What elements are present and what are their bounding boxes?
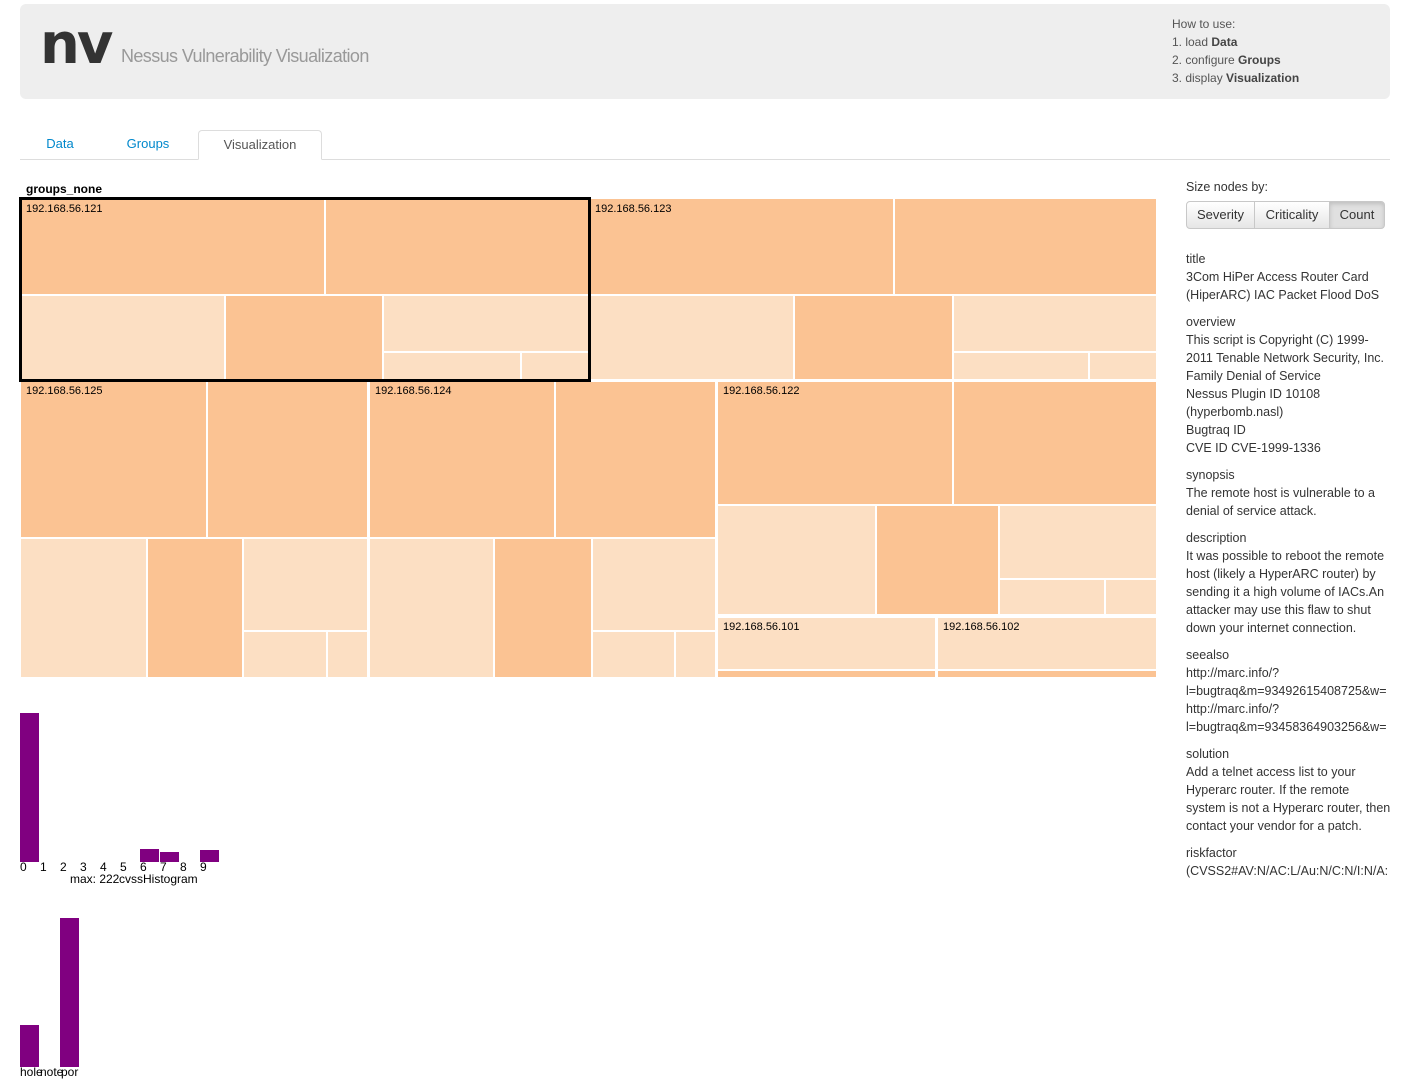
detail-key: seealso xyxy=(1186,648,1230,662)
treemap-node[interactable] xyxy=(20,538,147,678)
detail-link[interactable]: l=bugtraq&m=93492615408725&w= xyxy=(1186,682,1392,700)
size-by-count-button[interactable]: Count xyxy=(1329,201,1385,229)
treemap-node[interactable] xyxy=(20,381,207,538)
treemap-node[interactable] xyxy=(555,381,716,538)
main-tabs: Data Groups Visualization xyxy=(20,130,1390,160)
tab-visualization[interactable]: Visualization xyxy=(198,130,322,160)
treemap-node[interactable] xyxy=(592,631,675,678)
treemap-node[interactable] xyxy=(327,631,368,678)
detail-key: riskfactor xyxy=(1186,846,1237,860)
cvss-max-label: max: 222 xyxy=(70,872,120,886)
detail-value: Family Denial of Service xyxy=(1186,369,1321,383)
severity-bar xyxy=(60,918,79,1067)
treemap-node[interactable] xyxy=(592,538,716,631)
detail-value: (CVSS2#AV:N/AC:L/Au:N/C:N/I:N/A: xyxy=(1186,864,1389,878)
tab-data[interactable]: Data xyxy=(20,130,100,159)
host-label: 192.168.56.122 xyxy=(723,385,800,397)
host-label: 192.168.56.125 xyxy=(26,385,103,397)
cvss-tick: 2 xyxy=(60,860,67,874)
host-label: 192.168.56.123 xyxy=(595,203,672,215)
cvss-tick: 0 xyxy=(20,860,27,874)
treemap-node[interactable] xyxy=(953,352,1089,380)
selected-host-outline xyxy=(19,197,591,382)
treemap-node[interactable] xyxy=(589,295,794,380)
how-to-title: How to use: xyxy=(1172,17,1236,31)
cvss-tick: 1 xyxy=(40,860,47,874)
size-nodes-label: Size nodes by: xyxy=(1186,180,1268,194)
detail-link[interactable]: http://marc.info/? xyxy=(1186,700,1392,718)
severity-label: note xyxy=(40,1065,64,1079)
how-to-use: How to use: 1. load Data 2. configure Gr… xyxy=(1172,15,1299,87)
treemap-node[interactable] xyxy=(369,381,555,538)
header-banner: nv Nessus Vulnerability Visualization Ho… xyxy=(20,4,1390,99)
detail-key: solution xyxy=(1186,747,1230,761)
treemap-node[interactable] xyxy=(794,295,953,380)
detail-value: 3Com HiPer Access Router Card (HiperARC)… xyxy=(1186,270,1380,302)
treemap-node[interactable] xyxy=(675,631,716,678)
cvss-bar xyxy=(20,713,39,862)
treemap-node[interactable] xyxy=(717,505,876,615)
detail-value: Bugtraq ID xyxy=(1186,423,1246,437)
treemap-node[interactable] xyxy=(937,670,1157,678)
vulnerability-details: title 3Com HiPer Access Router Card (Hip… xyxy=(1186,250,1392,880)
treemap-node[interactable] xyxy=(717,381,953,505)
treemap-node[interactable] xyxy=(1089,352,1157,380)
cvss-histogram-title: cvssHistogram xyxy=(119,872,198,886)
detail-value: Add a telnet access list to your Hyperar… xyxy=(1186,765,1391,833)
detail-key: overview xyxy=(1186,315,1236,329)
how-to-step: 3. display Visualization xyxy=(1172,71,1300,85)
treemap-node[interactable] xyxy=(147,538,243,678)
app-subtitle: Nessus Vulnerability Visualization xyxy=(121,46,369,66)
detail-value: This script is Copyright (C) 1999-2011 T… xyxy=(1186,333,1385,365)
cvss-tick: 9 xyxy=(200,860,207,874)
treemap-node[interactable] xyxy=(999,505,1157,579)
host-label: 192.168.56.102 xyxy=(943,621,1020,633)
severity-label: por xyxy=(61,1065,79,1079)
detail-link[interactable]: l=bugtraq&m=93458364903256&w= xyxy=(1186,718,1392,736)
size-by-severity-button[interactable]: Severity xyxy=(1186,201,1255,229)
treemap-node[interactable] xyxy=(953,381,1157,505)
detail-key: synopsis xyxy=(1186,468,1235,482)
detail-value: CVE ID CVE-1999-1336 xyxy=(1186,441,1321,455)
detail-value: (hyperbomb.nasl) xyxy=(1186,405,1284,419)
detail-value: It was possible to reboot the remote hos… xyxy=(1186,549,1385,635)
group-title: groups_none xyxy=(26,182,103,196)
size-by-criticality-button[interactable]: Criticality xyxy=(1254,201,1330,229)
host-label: 192.168.56.124 xyxy=(375,385,452,397)
treemap-node[interactable] xyxy=(717,670,936,678)
detail-value: The remote host is vulnerable to a denia… xyxy=(1186,486,1375,518)
treemap-node[interactable] xyxy=(369,538,494,678)
treemap-node[interactable] xyxy=(207,381,368,538)
treemap-node[interactable] xyxy=(953,295,1157,352)
detail-key: title xyxy=(1186,252,1206,266)
host-label: 192.168.56.101 xyxy=(723,621,800,633)
treemap-node[interactable] xyxy=(876,505,999,615)
treemap-node[interactable] xyxy=(1105,579,1157,615)
treemap-node[interactable] xyxy=(999,579,1105,615)
how-to-step: 1. load Data xyxy=(1172,35,1238,49)
treemap-node[interactable] xyxy=(894,198,1157,295)
detail-value: Nessus Plugin ID 10108 xyxy=(1186,387,1321,401)
detail-link[interactable]: http://marc.info/? xyxy=(1186,664,1392,682)
treemap-node[interactable] xyxy=(243,631,327,678)
severity-bar xyxy=(20,1025,39,1067)
tab-groups[interactable]: Groups xyxy=(108,130,188,159)
how-to-step: 2. configure Groups xyxy=(1172,53,1281,67)
app-logo: nv xyxy=(40,12,113,77)
treemap-node[interactable] xyxy=(243,538,368,631)
treemap-node[interactable] xyxy=(494,538,592,678)
detail-key: description xyxy=(1186,531,1247,545)
